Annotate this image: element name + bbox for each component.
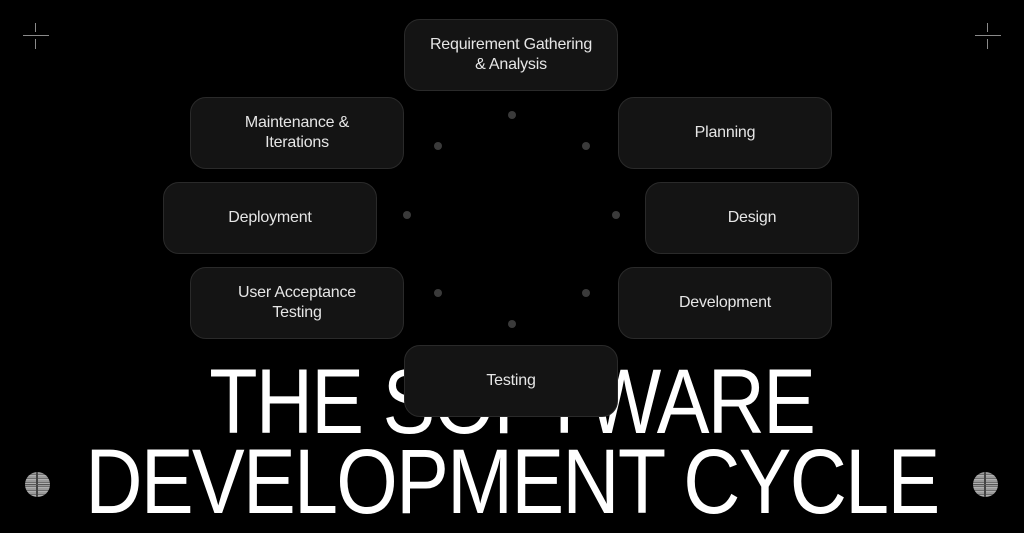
stage-label: Deployment	[228, 209, 312, 226]
cycle-dot	[612, 211, 620, 219]
stage-label: Development	[678, 294, 772, 311]
cycle-dot	[403, 211, 411, 219]
cycle-dot	[508, 320, 516, 328]
cycle-dot	[434, 142, 442, 150]
globe-icon	[973, 472, 998, 497]
stage-label: Requirement Gathering & Analysis	[429, 36, 593, 73]
crosshair-icon	[975, 23, 1001, 49]
stage-card-deployment: Deployment	[163, 182, 377, 254]
cycle-dot	[434, 289, 442, 297]
stage-card-development: Development	[618, 267, 832, 339]
stage-label: User Acceptance Testing	[238, 284, 356, 321]
title-line-2: DEVELOPMENT CYCLE	[0, 436, 1024, 528]
title-text-2: DEVELOPMENT CYCLE	[85, 431, 940, 533]
stage-label: Planning	[694, 124, 756, 141]
globe-icon	[25, 472, 50, 497]
stage-label: Design	[727, 209, 777, 226]
stage-card-design: Design	[645, 182, 859, 254]
stage-card-requirement-gathering: Requirement Gathering & Analysis	[404, 19, 618, 91]
crosshair-icon	[23, 23, 49, 49]
stage-card-testing: Testing	[404, 345, 618, 417]
cycle-dot	[582, 289, 590, 297]
cycle-dot	[582, 142, 590, 150]
stage-label: Testing	[486, 372, 536, 389]
cycle-dot	[508, 111, 516, 119]
stage-card-planning: Planning	[618, 97, 832, 169]
stage-card-maintenance: Maintenance & Iterations	[190, 97, 404, 169]
stage-card-user-acceptance-testing: User Acceptance Testing	[190, 267, 404, 339]
stage-label: Maintenance & Iterations	[244, 114, 350, 151]
